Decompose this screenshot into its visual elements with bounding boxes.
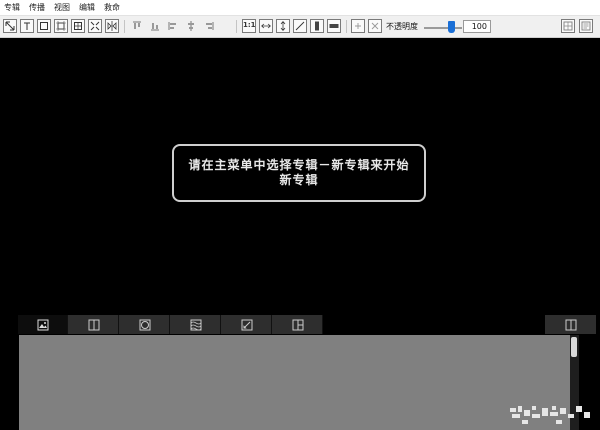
fit-tool-icon[interactable] [88,19,102,33]
fit-width-icon[interactable] [259,19,273,33]
crop-tool-icon[interactable] [71,19,85,33]
text-tool-icon[interactable] [20,19,34,33]
pencil-icon[interactable] [222,315,272,334]
image-icon[interactable] [18,315,68,334]
layout-icon[interactable] [69,315,119,334]
menu-help[interactable]: 救命 [104,2,120,13]
opacity-input[interactable]: 100 [463,20,491,33]
quad-layout-icon[interactable] [273,315,323,334]
wave-pattern-icon[interactable] [171,315,221,334]
menu-view[interactable]: 视图 [54,2,70,13]
opacity-label: 不透明度 [386,22,418,31]
hint-text: 请在主菜单中选择专辑－新专辑来开始新专辑 [188,158,410,187]
delete-icon[interactable] [368,19,382,33]
fill-horizontal-icon[interactable] [327,19,341,33]
watermark-logo [510,406,590,424]
toolbar: 1:1 不透明度 100 [0,16,600,38]
fill-vertical-icon[interactable] [310,19,324,33]
menu-share[interactable]: 传播 [29,2,45,13]
empty-canvas-hint: 请在主菜单中选择专辑－新专辑来开始新专辑 [172,144,426,202]
diagonal-resize-icon[interactable] [293,19,307,33]
menu-album[interactable]: 专辑 [4,2,20,13]
align-top-icon[interactable] [130,19,144,33]
menu-bar: 专辑 传播 视图 编辑 救命 [0,0,600,16]
flip-tool-icon[interactable] [105,19,119,33]
align-center-icon[interactable] [184,19,198,33]
text-view-icon[interactable] [579,19,593,33]
toolbar-separator [346,20,347,33]
opacity-slider-track[interactable] [424,27,462,29]
toolbar-separator [124,20,125,33]
menu-edit[interactable]: 编辑 [79,2,95,13]
grid-view-icon[interactable] [561,19,575,33]
fit-height-icon[interactable] [276,19,290,33]
actual-size-icon[interactable]: 1:1 [242,19,256,33]
frame-tool-icon[interactable] [54,19,68,33]
actual-size-label: 1:1 [243,21,256,29]
opacity-slider-thumb[interactable] [447,21,455,33]
add-icon[interactable] [351,19,365,33]
scrollbar-thumb[interactable] [571,337,577,357]
thumbnail-panel[interactable] [19,335,570,430]
strip-tab-bar [18,315,323,334]
align-bottom-icon[interactable] [148,19,162,33]
align-right-icon[interactable] [202,19,216,33]
toolbar-separator [236,20,237,33]
panel-layout-icon[interactable] [545,315,596,334]
align-left-icon[interactable] [166,19,180,33]
circle-icon[interactable] [120,315,170,334]
select-arrow-icon[interactable] [3,19,17,33]
rectangle-tool-icon[interactable] [37,19,51,33]
